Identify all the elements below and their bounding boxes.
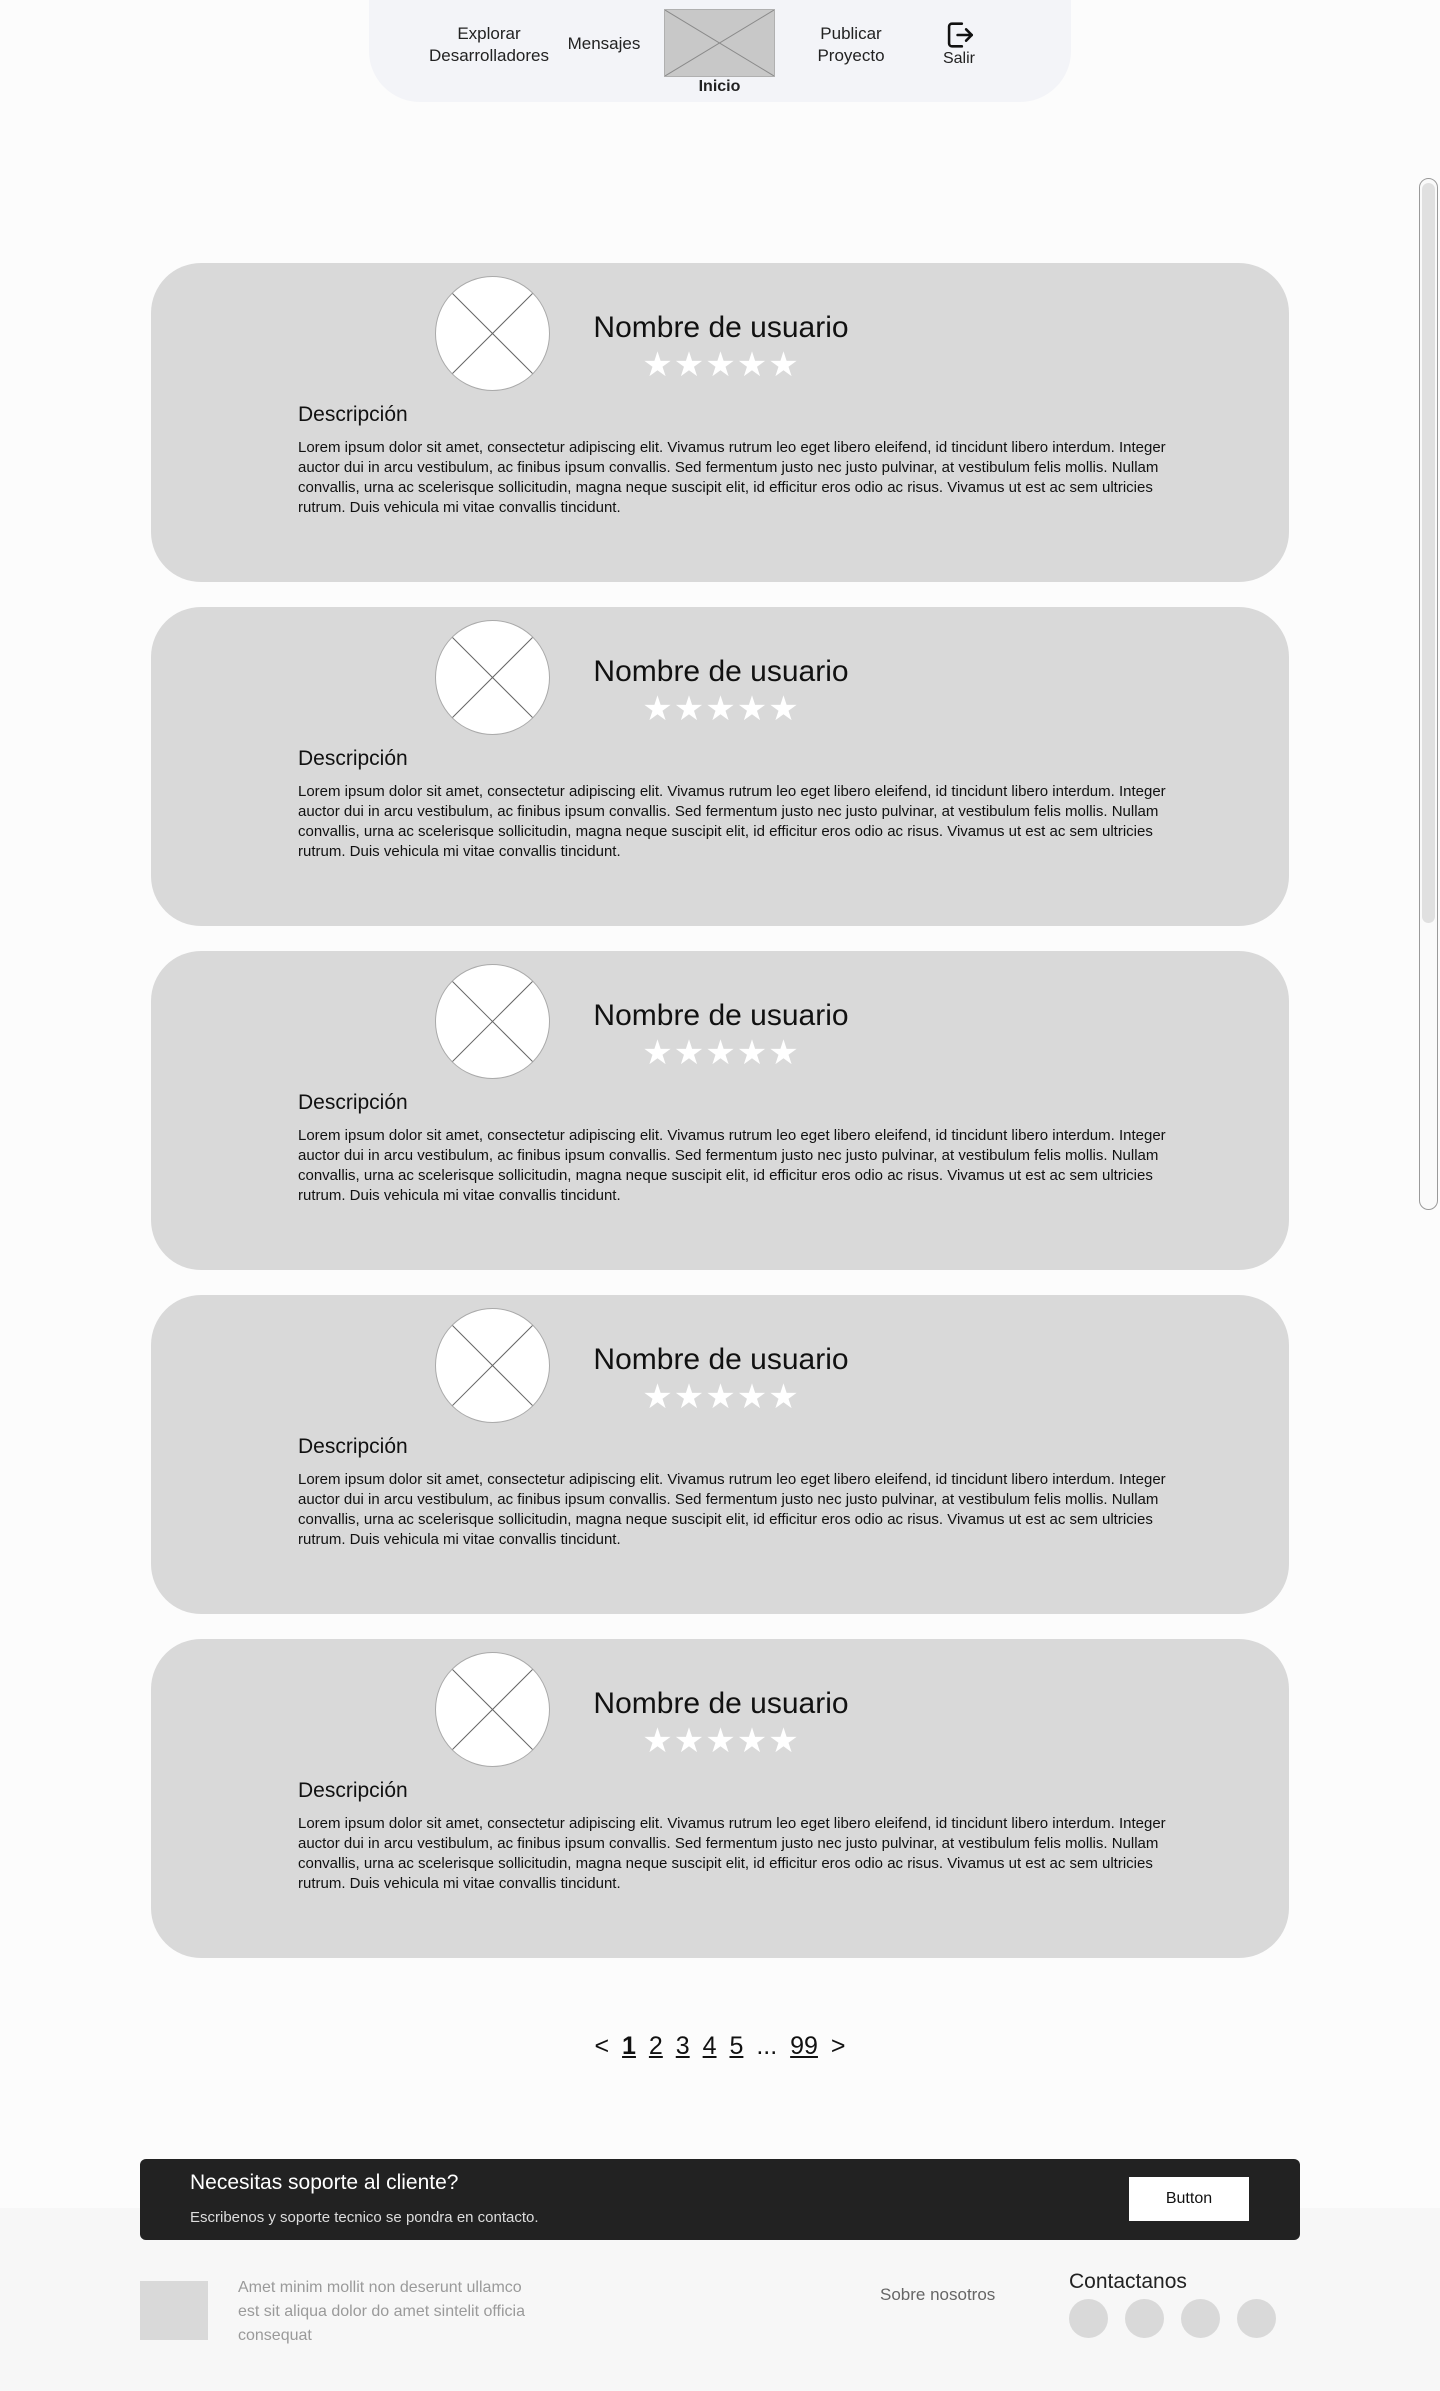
vertical-scrollbar[interactable] [1419,178,1438,1210]
nav-publish-project[interactable]: Publicar Proyecto [801,23,901,67]
developer-card[interactable]: Nombre de usuario ★★★★★ Descripción Lore… [151,1639,1289,1958]
footer-about-link[interactable]: Sobre nosotros [880,2285,995,2305]
description-text: Lorem ipsum dolor sit amet, consectetur … [298,1127,1166,1204]
nav-messages[interactable]: Mensajes [564,33,644,55]
page-link-5[interactable]: 5 [729,2032,743,2060]
description-text: Lorem ipsum dolor sit amet, consectetur … [298,439,1166,516]
social-icon[interactable] [1069,2299,1108,2338]
description-title: Descripción [298,1091,408,1114]
page-link-last[interactable]: 99 [790,2032,818,2060]
description-text: Lorem ipsum dolor sit amet, consectetur … [298,1815,1166,1892]
developer-card[interactable]: Nombre de usuario ★★★★★ Descripción Lore… [151,607,1289,926]
username: Nombre de usuario [593,1687,849,1720]
avatar-placeholder [435,1308,550,1423]
description-title: Descripción [298,1779,408,1802]
social-icon[interactable] [1237,2299,1276,2338]
username: Nombre de usuario [593,655,849,688]
developer-card[interactable]: Nombre de usuario ★★★★★ Descripción Lore… [151,263,1289,582]
support-title: Necesitas soporte al cliente? [190,2171,459,2194]
avatar-placeholder [435,276,550,391]
star-rating-icon: ★★★★★ [642,690,800,728]
social-icon[interactable] [1181,2299,1220,2338]
next-page-button[interactable]: > [831,2032,846,2060]
nav-explore-developers[interactable]: Explorar Desarrolladores [419,23,559,67]
page-link-4[interactable]: 4 [703,2032,717,2060]
username: Nombre de usuario [593,999,849,1032]
footer-contact-title: Contactanos [1069,2270,1187,2293]
page-link-2[interactable]: 2 [649,2032,663,2060]
description-text: Lorem ipsum dolor sit amet, consectetur … [298,1471,1166,1548]
star-rating-icon: ★★★★★ [642,1378,800,1416]
nav-exit-label: Salir [942,50,975,67]
pagination-ellipsis: ... [756,2032,778,2060]
username: Nombre de usuario [593,1343,849,1376]
star-rating-icon: ★★★★★ [642,346,800,384]
support-button[interactable]: Button [1129,2177,1249,2221]
page-link-1[interactable]: 1 [622,2032,636,2060]
support-banner: Necesitas soporte al cliente? Escribenos… [140,2159,1300,2240]
star-rating-icon: ★★★★★ [642,1722,800,1760]
developer-card[interactable]: Nombre de usuario ★★★★★ Descripción Lore… [151,1295,1289,1614]
username: Nombre de usuario [593,311,849,344]
footer-logo [140,2281,208,2340]
nav-home[interactable]: Inicio [664,78,775,96]
footer-description: Amet minim mollit non deserunt ullamco e… [238,2279,525,2344]
scrollbar-thumb[interactable] [1422,183,1435,923]
pagination: < 1 2 3 4 5 ... 99 > [0,2032,1440,2061]
social-icon[interactable] [1125,2299,1164,2338]
prev-page-button[interactable]: < [594,2032,609,2060]
star-rating-icon: ★★★★★ [642,1034,800,1072]
description-title: Descripción [298,1435,408,1458]
page-link-3[interactable]: 3 [676,2032,690,2060]
developer-card[interactable]: Nombre de usuario ★★★★★ Descripción Lore… [151,951,1289,1270]
avatar-placeholder [435,964,550,1079]
support-subtitle: Escribenos y soporte tecnico se pondra e… [190,2209,539,2226]
top-nav: Explorar Desarrolladores Mensajes Inicio… [369,0,1071,102]
description-text: Lorem ipsum dolor sit amet, consectetur … [298,783,1166,860]
description-title: Descripción [298,747,408,770]
logout-icon [947,22,974,48]
description-title: Descripción [298,403,408,426]
logo-placeholder-image[interactable] [664,9,775,77]
avatar-placeholder [435,620,550,735]
avatar-placeholder [435,1652,550,1767]
nav-exit[interactable]: Salir [939,18,979,68]
